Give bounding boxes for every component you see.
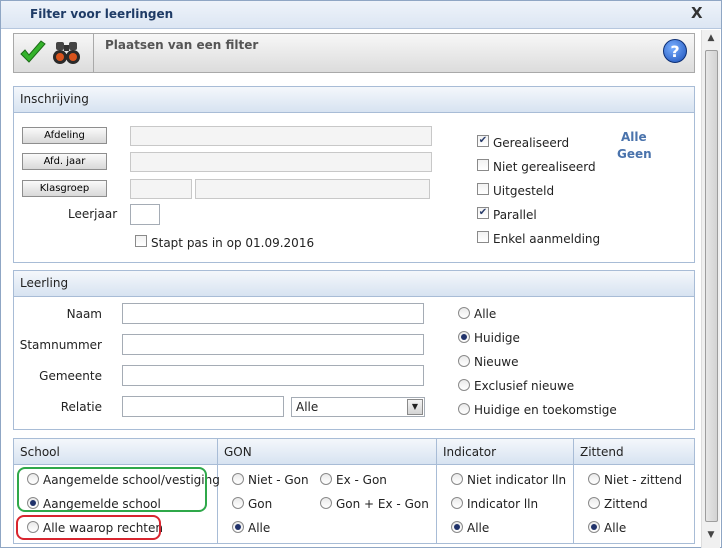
leerling-panel: Leerling Naam Stamnummer Gemeente Relati… — [13, 270, 695, 430]
indicator-option-niet-indicator: Niet indicator lln — [467, 473, 567, 487]
select-all-link[interactable]: Alle — [621, 130, 647, 144]
gon-option-gon: Gon — [248, 497, 273, 511]
gon-radio-alle[interactable] — [232, 521, 244, 533]
indicator-option-indicator: Indicator lln — [467, 497, 539, 511]
parallel-label: Parallel — [493, 208, 537, 222]
scroll-down-icon[interactable]: ▼ — [704, 530, 718, 544]
parallel-checkbox[interactable]: ✔ — [477, 207, 489, 219]
vertical-scrollbar[interactable]: ▲ ▼ — [701, 30, 720, 548]
toolbar: Plaatsen van een filter ? — [13, 33, 695, 73]
zittend-radio-zittend[interactable] — [588, 497, 600, 509]
gemeente-input[interactable] — [122, 365, 424, 386]
leerling-option-huidige: Huidige — [474, 331, 520, 345]
relatie-input[interactable] — [122, 396, 284, 417]
scroll-up-icon[interactable]: ▲ — [704, 33, 718, 47]
window-title: Filter voor leerlingen — [30, 7, 174, 21]
leerjaar-label: Leerjaar — [68, 207, 118, 221]
naam-label: Naam — [66, 307, 102, 321]
zittend-option-niet-zittend: Niet - zittend — [604, 473, 683, 487]
gon-option-gon-plus-ex-gon: Gon + Ex - Gon — [336, 497, 429, 511]
school-header: School — [14, 439, 217, 465]
enkel-aanmelding-checkbox[interactable] — [477, 231, 489, 243]
toolbar-separator — [93, 34, 94, 72]
niet-gerealiseerd-checkbox[interactable] — [477, 159, 489, 171]
checkmark-icon — [20, 40, 46, 63]
stamnummer-label: Stamnummer — [19, 338, 102, 352]
gon-radio-gon-plus-ex-gon[interactable] — [320, 497, 332, 509]
leerling-radio-exclusief-nieuwe[interactable] — [458, 379, 470, 391]
gerealiseerd-checkbox[interactable]: ✔ — [477, 135, 489, 147]
stapt-pas-in-checkbox[interactable] — [135, 235, 147, 247]
indicator-option-alle: Alle — [467, 521, 490, 535]
gon-option-niet-gon: Niet - Gon — [248, 473, 309, 487]
leerling-option-huidige-en-toekomstige: Huidige en toekomstige — [474, 403, 617, 417]
indicator-radio-niet-indicator[interactable] — [451, 473, 463, 485]
gon-option-ex-gon: Ex - Gon — [336, 473, 387, 487]
binoculars-icon — [53, 42, 80, 64]
niet-gerealiseerd-label: Niet gerealiseerd — [493, 160, 596, 174]
afd-jaar-field[interactable] — [130, 152, 432, 172]
select-none-link[interactable]: Geen — [617, 147, 652, 161]
zittend-option-zittend: Zittend — [604, 497, 648, 511]
klasgroep-button[interactable]: Klasgroep — [22, 180, 107, 197]
scrollbar-thumb[interactable] — [705, 50, 718, 522]
zittend-radio-niet-zittend[interactable] — [588, 473, 600, 485]
indicator-radio-indicator[interactable] — [451, 497, 463, 509]
stapt-pas-in-label: Stapt pas in op 01.09.2016 — [151, 236, 315, 250]
leerling-radio-huidige-en-toekomstige[interactable] — [458, 403, 470, 415]
leerling-option-nieuwe: Nieuwe — [474, 355, 519, 369]
leerling-option-alle: Alle — [474, 307, 497, 321]
gon-option-alle: Alle — [248, 521, 271, 535]
indicator-header: Indicator — [437, 439, 573, 465]
toolbar-subtitle: Plaatsen van een filter — [105, 38, 259, 52]
close-button[interactable]: X — [691, 4, 703, 22]
afd-jaar-button[interactable]: Afd. jaar — [22, 153, 107, 170]
highlight-red-box — [16, 515, 161, 540]
indicator-radio-alle[interactable] — [451, 521, 463, 533]
gemeente-label: Gemeente — [39, 369, 102, 383]
zittend-header: Zittend — [574, 439, 694, 465]
leerling-radio-alle[interactable] — [458, 307, 470, 319]
stamnummer-input[interactable] — [122, 334, 424, 355]
relatie-label: Relatie — [60, 400, 102, 414]
uitgesteld-label: Uitgesteld — [493, 184, 555, 198]
uitgesteld-checkbox[interactable] — [477, 183, 489, 195]
klasgroep-field-short[interactable] — [130, 179, 192, 199]
leerling-option-exclusief-nieuwe: Exclusief nieuwe — [474, 379, 575, 393]
leerjaar-input[interactable] — [130, 204, 160, 225]
enkel-aanmelding-label: Enkel aanmelding — [493, 232, 601, 246]
klasgroep-field-long[interactable] — [195, 179, 430, 199]
chevron-down-icon[interactable]: ▼ — [407, 399, 423, 415]
leerling-radio-huidige[interactable] — [458, 331, 470, 343]
gon-radio-niet-gon[interactable] — [232, 473, 244, 485]
gon-header: GON — [218, 439, 436, 465]
relatie-select-value: Alle — [296, 400, 319, 414]
naam-input[interactable] — [122, 303, 424, 324]
afdeling-field[interactable] — [130, 126, 432, 146]
afdeling-button[interactable]: Afdeling — [22, 127, 107, 144]
gerealiseerd-label: Gerealiseerd — [493, 136, 570, 150]
gon-radio-ex-gon[interactable] — [320, 473, 332, 485]
apply-filter-button[interactable] — [18, 39, 48, 67]
leerling-header: Leerling — [14, 271, 694, 297]
title-bar: Filter voor leerlingen X — [1, 1, 721, 29]
search-button[interactable] — [52, 39, 82, 67]
inschrijving-header: Inschrijving — [14, 87, 694, 113]
gon-radio-gon[interactable] — [232, 497, 244, 509]
relatie-select[interactable]: Alle ▼ — [291, 397, 425, 417]
inschrijving-panel: Inschrijving Afdeling Afd. jaar Klasgroe… — [13, 86, 695, 263]
zittend-radio-alle[interactable] — [588, 521, 600, 533]
filter-dialog: Filter voor leerlingen X Plaatsen van ee… — [0, 0, 722, 548]
zittend-option-alle: Alle — [604, 521, 627, 535]
highlight-green-box — [17, 467, 207, 512]
leerling-radio-nieuwe[interactable] — [458, 355, 470, 367]
help-icon[interactable]: ? — [663, 39, 687, 63]
